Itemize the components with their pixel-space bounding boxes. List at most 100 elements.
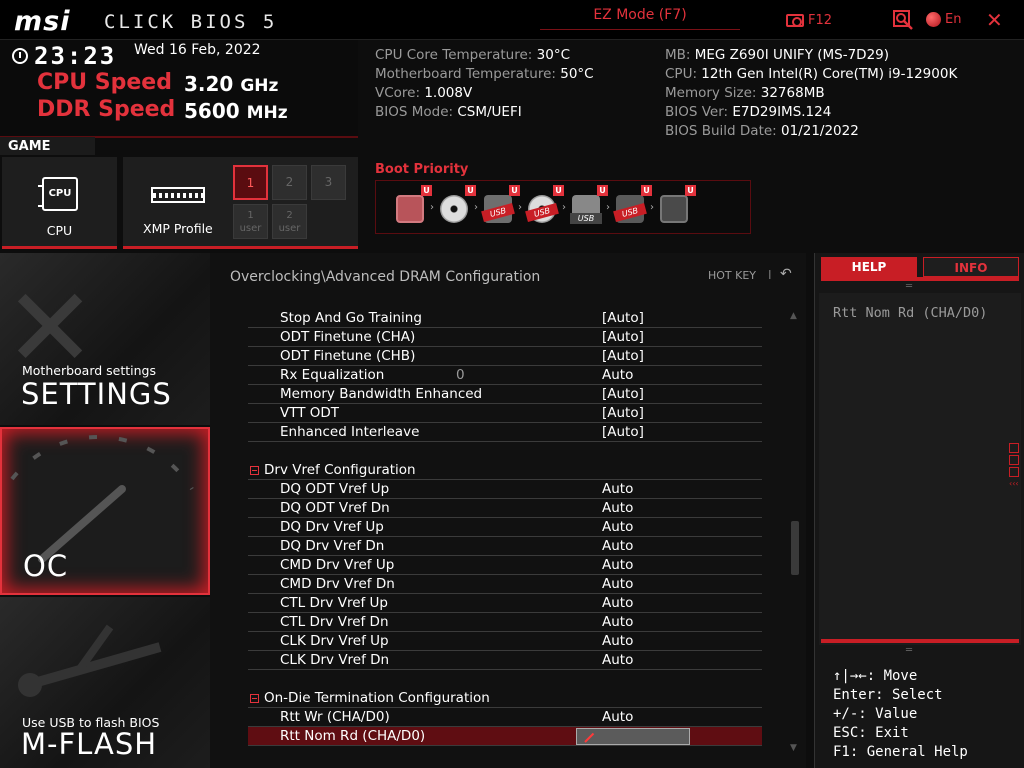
setting-row[interactable]: Stop And Go Training [Auto] xyxy=(248,309,762,328)
nav-oc[interactable]: OC xyxy=(0,427,210,595)
side-tab-icon[interactable] xyxy=(1009,455,1019,465)
back-icon[interactable]: ↶ xyxy=(780,266,792,282)
setting-row[interactable]: ODT Finetune (CHB) [Auto] xyxy=(248,347,762,366)
setting-row[interactable]: CTL Drv Vref Up Auto xyxy=(248,594,762,613)
xmp-user-1-button[interactable]: 1 user xyxy=(233,204,268,239)
xmp-user-1-text: user xyxy=(239,223,262,234)
setting-value[interactable]: [Auto] xyxy=(602,385,644,404)
setting-value[interactable]: Auto xyxy=(602,518,633,537)
screenshot-button[interactable]: F12 xyxy=(786,10,832,30)
setting-row[interactable]: DQ ODT Vref Dn Auto xyxy=(248,499,762,518)
ram-module-icon xyxy=(151,187,205,203)
boot-device-usb-key[interactable]: USB U xyxy=(570,185,608,225)
xmp-profile-3-button[interactable]: 3 xyxy=(311,165,346,200)
setting-value[interactable]: Auto xyxy=(602,651,633,670)
scroll-down-icon[interactable]: ▼ xyxy=(790,743,797,753)
collapse-arrows-icon[interactable]: ‹‹‹ xyxy=(1009,479,1019,488)
ddr-speed-value: 5600 MHz xyxy=(184,99,288,123)
boot-priority-strip: U › U › USB U › USB U › USB U › USB U › … xyxy=(375,180,751,234)
breadcrumb: Overclocking\Advanced DRAM Configuration xyxy=(230,269,541,285)
setting-value[interactable]: Auto xyxy=(602,499,633,518)
camera-icon xyxy=(786,13,804,27)
uefi-badge: U xyxy=(553,185,564,196)
setting-row[interactable]: DQ Drv Vref Dn Auto xyxy=(248,537,762,556)
setting-value[interactable]: Auto xyxy=(602,366,633,385)
setting-row[interactable]: CMD Drv Vref Up Auto xyxy=(248,556,762,575)
setting-value[interactable]: Auto xyxy=(602,708,633,727)
boot-device-hdd[interactable]: U xyxy=(394,185,432,225)
setting-value[interactable]: Auto xyxy=(602,556,633,575)
setting-value[interactable]: Auto xyxy=(602,537,633,556)
setting-value[interactable]: [Auto] xyxy=(602,423,644,442)
value-input[interactable] xyxy=(576,728,690,745)
setting-value[interactable]: Auto xyxy=(602,480,633,499)
key-help: F1: General Help xyxy=(833,744,968,760)
setting-row[interactable]: Rtt Wr (CHA/D0) Auto xyxy=(248,708,762,727)
section-header[interactable]: On-Die Termination Configuration xyxy=(248,689,762,708)
key-value: +/-: Value xyxy=(833,706,918,722)
setting-label: CMD Drv Vref Up xyxy=(280,557,395,573)
game-boost-divider xyxy=(95,136,358,138)
collapse-icon[interactable] xyxy=(250,466,259,475)
setting-value[interactable]: Auto xyxy=(602,632,633,651)
boot-device-usb-hdd[interactable]: USB U xyxy=(481,185,520,225)
tab-help[interactable]: HELP xyxy=(821,257,917,277)
setting-row[interactable]: Rx Equalization 0 Auto xyxy=(248,366,762,385)
setting-value[interactable]: Auto xyxy=(602,594,633,613)
scroll-up-icon[interactable]: ▲ xyxy=(790,311,797,321)
grip-top-icon[interactable]: ═ xyxy=(906,281,912,292)
collapse-icon[interactable] xyxy=(250,694,259,703)
setting-value[interactable]: [Auto] xyxy=(602,404,644,423)
setting-row[interactable]: CMD Drv Vref Dn Auto xyxy=(248,575,762,594)
setting-row[interactable]: VTT ODT [Auto] xyxy=(248,404,762,423)
setting-label: CLK Drv Vref Dn xyxy=(280,652,390,668)
setting-row[interactable]: CTL Drv Vref Dn Auto xyxy=(248,613,762,632)
search-button[interactable] xyxy=(892,9,914,31)
setting-row[interactable]: Enhanced Interleave [Auto] xyxy=(248,423,762,442)
setting-label: ODT Finetune (CHB) xyxy=(280,348,416,364)
uefi-badge: U xyxy=(685,185,696,196)
help-side-tabs[interactable]: ‹‹‹ xyxy=(1009,443,1021,490)
setting-row[interactable]: CLK Drv Vref Dn Auto xyxy=(248,651,762,670)
xmp-profile-2-button[interactable]: 2 xyxy=(272,165,307,200)
game-boost-cpu-tile[interactable]: CPU CPU xyxy=(2,157,117,249)
setting-row[interactable]: CLK Drv Vref Up Auto xyxy=(248,632,762,651)
setting-value[interactable]: [Auto] xyxy=(602,347,644,366)
hotkey-button[interactable]: HOT KEY xyxy=(708,269,756,282)
section-header[interactable]: Drv Vref Configuration xyxy=(248,461,762,480)
nav-m-flash[interactable]: Use USB to flash BIOS M-FLASH xyxy=(0,597,210,768)
tab-info[interactable]: INFO xyxy=(923,257,1019,277)
close-button[interactable]: ✕ xyxy=(986,8,1003,32)
boot-device-usb-optical[interactable]: USB U xyxy=(525,185,564,225)
xmp-profile-1-button[interactable]: 1 xyxy=(233,165,268,200)
boot-device-usb-floppy[interactable]: USB U xyxy=(613,185,652,225)
side-tab-icon[interactable] xyxy=(1009,467,1019,477)
setting-value[interactable]: [Auto] xyxy=(602,328,644,347)
language-button[interactable]: En xyxy=(926,9,961,29)
xmp-user-2-button[interactable]: 2 user xyxy=(272,204,307,239)
oc-title: OC xyxy=(23,549,69,583)
nav-settings[interactable]: ✕ Motherboard settings SETTINGS xyxy=(0,253,210,425)
ez-mode-button[interactable]: EZ Mode (F7) xyxy=(540,4,740,30)
setting-row[interactable]: DQ ODT Vref Up Auto xyxy=(248,480,762,499)
setting-value[interactable]: Auto xyxy=(602,575,633,594)
vcore: VCore: 1.008V xyxy=(375,85,473,101)
setting-row[interactable]: Rtt Nom Rd (CHA/D0) xyxy=(248,727,762,746)
setting-row[interactable]: DQ Drv Vref Up Auto xyxy=(248,518,762,537)
boot-device-optical[interactable]: U xyxy=(438,185,476,225)
setting-row[interactable]: ODT Finetune (CHA) [Auto] xyxy=(248,328,762,347)
uefi-badge: U xyxy=(597,185,608,196)
setting-label: Enhanced Interleave xyxy=(280,424,420,440)
setting-value[interactable]: [Auto] xyxy=(602,309,644,328)
top-bar: msi CLICK BIOS 5 EZ Mode (F7) F12 En ✕ xyxy=(0,0,1024,40)
help-content xyxy=(819,293,1021,645)
cpu-core-temp: CPU Core Temperature: 30°C xyxy=(375,47,570,63)
scrollbar[interactable]: ▲ ▼ xyxy=(790,311,800,761)
cpu-speed-unit: GHz xyxy=(240,76,279,96)
scrollbar-thumb[interactable] xyxy=(791,521,799,575)
side-tab-icon[interactable] xyxy=(1009,443,1019,453)
setting-value[interactable]: Auto xyxy=(602,613,633,632)
boot-device-network[interactable]: U xyxy=(658,185,696,225)
setting-row[interactable]: Memory Bandwidth Enhanced [Auto] xyxy=(248,385,762,404)
grip-bottom-icon[interactable]: ═ xyxy=(906,645,912,656)
